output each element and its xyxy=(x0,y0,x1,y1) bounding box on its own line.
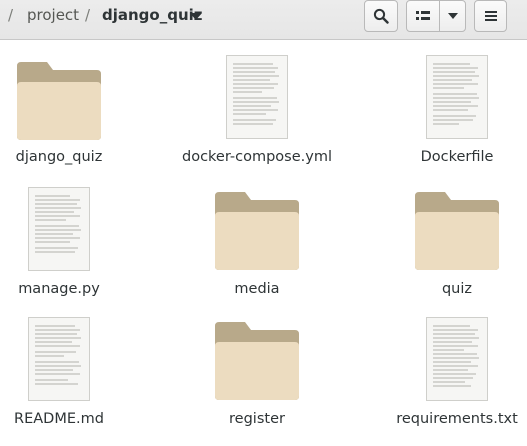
text-document-icon xyxy=(28,317,90,401)
chevron-down-icon xyxy=(447,13,458,19)
file-item-folder[interactable]: media xyxy=(172,187,342,317)
file-name: django_quiz xyxy=(15,149,103,165)
search-icon xyxy=(373,8,389,24)
file-item-document[interactable]: requirements.txt xyxy=(372,317,527,446)
search-button[interactable] xyxy=(364,0,398,32)
folder-icon xyxy=(17,62,101,140)
hamburger-menu-icon xyxy=(484,11,497,21)
file-name: quiz xyxy=(441,281,473,297)
file-name: media xyxy=(234,281,280,297)
list-view-icon xyxy=(416,11,430,20)
app-menu-button[interactable] xyxy=(474,0,507,32)
breadcrumb-separator: / xyxy=(85,6,91,24)
view-options-button[interactable] xyxy=(439,0,466,32)
file-name: requirements.txt xyxy=(396,411,518,427)
folder-icon xyxy=(215,322,299,400)
file-item-folder[interactable]: register xyxy=(172,317,342,446)
text-document-icon xyxy=(226,55,288,139)
folder-icon xyxy=(215,192,299,270)
file-name: register xyxy=(229,411,285,427)
file-name: README.md xyxy=(14,411,104,427)
file-item-document[interactable]: manage.py xyxy=(0,187,144,317)
breadcrumb-dropdown-icon[interactable] xyxy=(190,13,200,19)
file-item-folder[interactable]: quiz xyxy=(372,187,527,317)
file-item-document[interactable]: README.md xyxy=(0,317,144,446)
folder-icon xyxy=(415,192,499,270)
file-name: docker-compose.yml xyxy=(182,149,332,165)
file-name: Dockerfile xyxy=(420,149,494,165)
view-mode-button[interactable] xyxy=(406,0,440,32)
file-item-folder[interactable]: django_quiz xyxy=(0,55,144,185)
file-item-document[interactable]: docker-compose.yml xyxy=(172,55,342,185)
breadcrumb-item-current[interactable]: django_quiz xyxy=(102,6,203,24)
text-document-icon xyxy=(28,187,90,271)
breadcrumb-separator: / xyxy=(8,6,14,24)
text-document-icon xyxy=(426,317,488,401)
text-document-icon xyxy=(426,55,488,139)
file-name: manage.py xyxy=(18,281,100,297)
file-item-document[interactable]: Dockerfile xyxy=(372,55,527,185)
header-bar: / project / django_quiz xyxy=(0,0,527,40)
breadcrumb-item-project[interactable]: project xyxy=(27,6,79,24)
